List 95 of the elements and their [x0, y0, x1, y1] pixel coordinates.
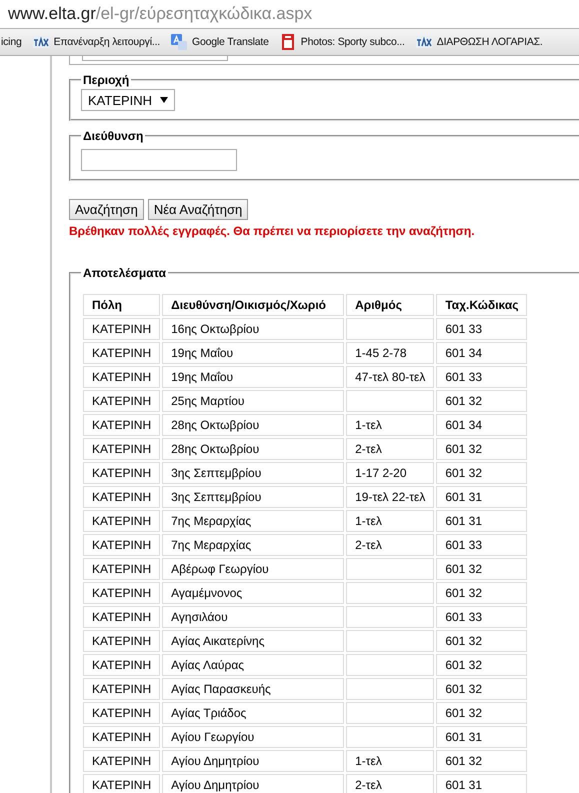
table-cell: 601 31 — [436, 726, 528, 748]
bookmark-link[interactable]: ΔΙΑΡΘΩΣΗ ΛΟΓΑΡΙΑΣ. — [436, 36, 543, 48]
table-cell: 47-τελ 80-τελ — [346, 366, 434, 388]
table-cell: ΚΑΤΕΡΙΝΗ — [83, 630, 160, 652]
table-cell: Αγίου Γεωργίου — [162, 726, 344, 748]
table-cell: 3ης Σεπτεμβρίου — [162, 462, 344, 484]
table-cell: 2-τελ — [346, 774, 434, 793]
column-header: Πόλη — [83, 294, 160, 316]
search-button[interactable]: Νέα Αναζήτηση — [148, 199, 248, 220]
bookmark-link[interactable]: Επανέναρξη λειτουργί... — [54, 36, 160, 48]
table-cell: 601 32 — [436, 390, 528, 412]
caret-icon — [160, 97, 168, 103]
table-cell: ΚΑΤΕΡΙΝΗ — [83, 606, 160, 628]
table-cell: 2-τελ — [346, 438, 434, 460]
table-cell: ΚΑΤΕΡΙΝΗ — [83, 366, 160, 388]
table-cell: 1-τελ — [346, 510, 434, 532]
table-cell: 601 33 — [436, 318, 528, 340]
table-cell: ΚΑΤΕΡΙΝΗ — [83, 462, 160, 484]
table-cell: ΚΑΤΕΡΙΝΗ — [83, 438, 160, 460]
table-cell: ΚΑΤΕΡΙΝΗ — [83, 414, 160, 436]
table-cell: 19ης Μαΐου — [162, 366, 344, 388]
table-cell: ΚΑΤΕΡΙΝΗ — [83, 558, 160, 580]
table-cell: 601 32 — [436, 750, 528, 772]
table-cell: 601 34 — [436, 342, 528, 364]
table-cell: 1-τελ — [346, 750, 434, 772]
table-cell: Αγίου Δημητρίου — [162, 774, 344, 793]
group-label: Διεύθυνση — [82, 129, 144, 143]
table-cell: 601 32 — [436, 462, 528, 484]
url-host: www.elta.gr — [8, 4, 96, 24]
table-cell: Αγίας Παρασκευής — [162, 678, 344, 700]
address-input[interactable] — [81, 149, 237, 171]
table-cell: 7ης Μεραρχίας — [162, 510, 344, 532]
table-cell: 601 34 — [436, 414, 528, 436]
translate-icon — [171, 34, 188, 50]
table-cell: 1-17 2-20 — [346, 462, 434, 484]
column-header: Αριθμός — [346, 294, 434, 316]
table-cell: ΚΑΤΕΡΙΝΗ — [83, 342, 160, 364]
photo-icon — [280, 34, 296, 50]
table-cell: 19ης Μαΐου — [162, 342, 344, 364]
table-cell: 601 32 — [436, 438, 528, 460]
bookmark-link[interactable]: Photos: Sporty subco... — [300, 36, 405, 48]
table-cell: 25ης Μαρτίου — [162, 390, 344, 412]
table-cell: ΚΑΤΕΡΙΝΗ — [83, 534, 160, 556]
table-cell: 601 33 — [436, 534, 528, 556]
table-cell: 601 33 — [436, 606, 528, 628]
table-cell: ΚΑΤΕΡΙΝΗ — [83, 390, 160, 412]
table-cell: 601 31 — [436, 510, 528, 532]
table-cell: Αγαμέμνονος — [162, 582, 344, 604]
url-path: /el-gr/εύρεσηταχκώδικα.aspx — [96, 4, 312, 24]
table-cell: ΚΑΤΕΡΙΝΗ — [83, 726, 160, 748]
column-header: Διευθύνση/Οικισμός/Χωριό — [162, 294, 344, 316]
group-label: Περιοχή — [82, 73, 130, 87]
table-cell: ΚΑΤΕΡΙΝΗ — [83, 486, 160, 508]
table-cell: 2-τελ — [346, 534, 434, 556]
table-cell: 601 32 — [436, 702, 528, 724]
table-cell: Αγησιλάου — [162, 606, 344, 628]
table-cell: 28ης Οκτωβρίου — [162, 414, 344, 436]
table-cell: ΚΑΤΕΡΙΝΗ — [83, 318, 160, 340]
region-select[interactable]: ΚΑΤΕΡΙΝΗ — [81, 89, 176, 111]
table-cell: 601 31 — [436, 486, 528, 508]
table-cell: 1-45 2-78 — [346, 342, 434, 364]
table-cell: 601 32 — [436, 558, 528, 580]
logo-icon — [416, 34, 432, 50]
table-cell: ΚΑΤΕΡΙΝΗ — [83, 702, 160, 724]
search-button[interactable]: Αναζήτηση — [69, 199, 144, 220]
table-cell: 1-τελ — [346, 414, 434, 436]
table-cell: ΚΑΤΕΡΙΝΗ — [83, 678, 160, 700]
table-cell: Αγίας Αικατερίνης — [162, 630, 344, 652]
table-cell: 3ης Σεπτεμβρίου — [162, 486, 344, 508]
table-cell: Αγίου Δημητρίου — [162, 750, 344, 772]
table-cell: 28ης Οκτωβρίου — [162, 438, 344, 460]
table-cell: 601 31 — [436, 774, 528, 793]
bookmark-link[interactable]: icing — [1, 36, 22, 48]
table-cell: 601 32 — [436, 654, 528, 676]
table-cell: 601 32 — [436, 630, 528, 652]
table-cell: 7ης Μεραρχίας — [162, 534, 344, 556]
table-cell: ΚΑΤΕΡΙΝΗ — [83, 750, 160, 772]
table-cell: 19-τελ 22-τελ — [346, 486, 434, 508]
column-header: Ταχ.Κώδικας — [436, 294, 528, 316]
table-cell: ΚΑΤΕΡΙΝΗ — [83, 510, 160, 532]
table-cell: 601 33 — [436, 366, 528, 388]
bookmark-link[interactable]: Google Translate — [192, 36, 269, 48]
table-cell: 601 32 — [436, 582, 528, 604]
table-cell: Αγίας Λαύρας — [162, 654, 344, 676]
table-cell: Αγίας Τριάδος — [162, 702, 344, 724]
group-label: Αποτελέσματα — [82, 266, 167, 280]
table-cell: ΚΑΤΕΡΙΝΗ — [83, 582, 160, 604]
error-message: Βρέθηκαν πολλές εγγραφές. Θα πρέπει να περιορίσετε την αναζήτηση. — [69, 224, 476, 238]
table-cell: ΚΑΤΕΡΙΝΗ — [83, 654, 160, 676]
table-cell: 16ης Οκτωβρίου — [162, 318, 344, 340]
select-field[interactable] — [82, 56, 228, 61]
table-cell: Αβέρωφ Γεωργίου — [162, 558, 344, 580]
table-cell: 601 32 — [436, 678, 528, 700]
logo-icon — [32, 34, 49, 50]
table-cell: ΚΑΤΕΡΙΝΗ — [83, 774, 160, 793]
